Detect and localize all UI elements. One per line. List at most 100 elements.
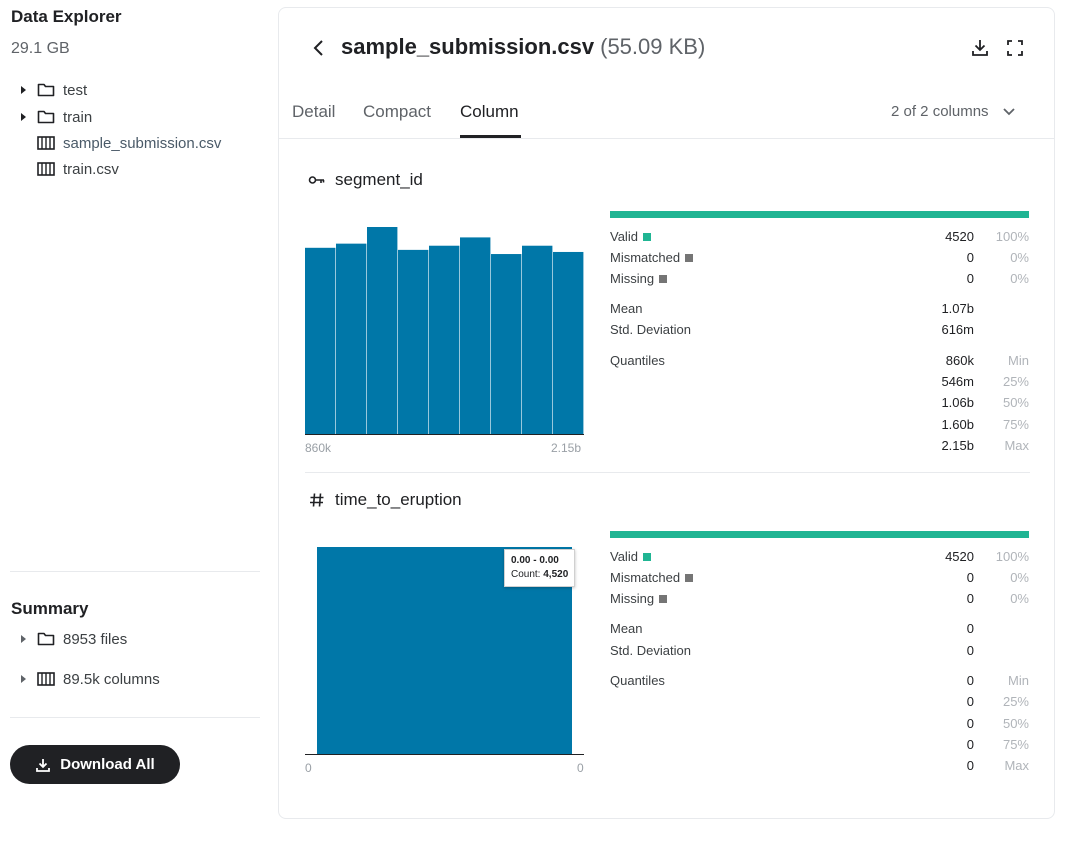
stat-missing: Missing 0 0% xyxy=(610,591,1030,611)
caret-right-icon[interactable] xyxy=(15,85,31,95)
caret-right-icon[interactable] xyxy=(15,112,31,122)
stat-value: 860k xyxy=(945,353,974,368)
stat-value: 0 xyxy=(966,643,974,658)
valid-ratio-bar xyxy=(610,531,1029,538)
tree-item-train-csv[interactable]: train.csv xyxy=(0,157,119,181)
histogram-bar[interactable] xyxy=(305,247,336,435)
tree-item-label: sample_submission.csv xyxy=(63,134,222,152)
stat-value: 546m xyxy=(941,374,974,389)
tooltip-count-value: 4,520 xyxy=(543,569,569,580)
caret-right-icon[interactable] xyxy=(15,634,31,644)
stat-label: Mean xyxy=(610,621,643,636)
file-name: sample_submission.csv xyxy=(341,34,595,59)
sidebar-title: Data Explorer xyxy=(11,7,122,26)
file-size: (55.09 KB) xyxy=(600,34,706,59)
histogram-x-max: 0 xyxy=(577,761,584,775)
summary-columns[interactable]: 89.5k columns xyxy=(0,667,160,691)
stat-value: 2.15b xyxy=(941,438,974,453)
stat-label: Mismatched xyxy=(610,250,681,265)
histogram-tooltip: 0.00 - 0.00 Count: 4,520 xyxy=(504,549,576,587)
hash-icon xyxy=(307,492,327,508)
stat-mean: Mean 0 xyxy=(610,621,1030,641)
tooltip-count-label: Count: xyxy=(511,569,541,580)
histogram-bar[interactable] xyxy=(522,245,553,435)
stat-value: 0 xyxy=(966,716,974,731)
stat-value: 0 xyxy=(966,673,974,688)
legend-swatch xyxy=(642,552,651,561)
stat-value: 616m xyxy=(941,322,974,337)
download-file-button[interactable] xyxy=(968,36,992,60)
stat-percent: 75% xyxy=(1002,417,1029,432)
summary-columns-label: 89.5k columns xyxy=(63,670,160,688)
stat-label: Std. Deviation xyxy=(610,643,691,658)
stat-std: Std. Deviation 0 xyxy=(610,643,1030,663)
histogram-bar[interactable] xyxy=(460,237,491,435)
legend-swatch xyxy=(685,253,694,262)
histogram-bar[interactable] xyxy=(491,254,522,435)
histogram-bar[interactable] xyxy=(398,249,429,435)
tree-item-test[interactable]: test xyxy=(0,78,87,102)
stat-quantile-max: 2.15b Max xyxy=(610,438,1030,458)
folder-icon xyxy=(37,631,55,647)
table-icon xyxy=(37,671,55,687)
file-detail-panel: sample_submission.csv (55.09 KB) Detail C… xyxy=(278,7,1055,819)
summary-files[interactable]: 8953 files xyxy=(0,627,127,651)
histogram-segment-id xyxy=(305,227,584,435)
dataset-size: 29.1 GB xyxy=(11,40,70,57)
tree-item-train[interactable]: train xyxy=(0,105,92,129)
stat-value: 1.06b xyxy=(941,395,974,410)
stat-quantile-25: 0 25% xyxy=(610,694,1030,714)
stat-value: 1.60b xyxy=(941,417,974,432)
histogram-bar[interactable] xyxy=(367,227,398,435)
legend-swatch xyxy=(685,573,694,582)
stat-percent: 75% xyxy=(1002,737,1029,752)
stat-percent: 50% xyxy=(1002,716,1029,731)
histogram-bar[interactable] xyxy=(429,245,460,435)
column-count-dropdown[interactable]: 2 of 2 columns xyxy=(891,103,1015,120)
tree-item-sample-submission[interactable]: sample_submission.csv xyxy=(0,131,221,155)
tree-item-label: train xyxy=(63,108,93,126)
histogram-x-min: 860k xyxy=(305,441,332,455)
tab-detail[interactable]: Detail xyxy=(292,102,335,122)
caret-right-icon[interactable] xyxy=(15,674,31,684)
table-icon xyxy=(37,135,55,151)
stat-percent: 100% xyxy=(995,229,1029,244)
stat-std: Std. Deviation 616m xyxy=(610,322,1030,342)
stat-value: 0 xyxy=(966,591,974,606)
stat-percent: Max xyxy=(1004,438,1029,453)
stat-label: Quantiles xyxy=(610,353,665,368)
legend-swatch xyxy=(642,232,651,241)
tab-column[interactable]: Column xyxy=(460,102,519,122)
summary-title: Summary xyxy=(11,599,89,618)
back-button[interactable] xyxy=(307,36,331,60)
folder-icon xyxy=(37,109,55,125)
column-header-time-to-eruption: time_to_eruption xyxy=(307,490,462,510)
stat-quantile-50: 0 50% xyxy=(610,716,1030,736)
stat-percent: Min xyxy=(1008,673,1029,688)
stat-percent: 0% xyxy=(1010,250,1029,265)
stat-label: Mismatched xyxy=(610,570,681,585)
stat-value: 4520 xyxy=(945,229,974,244)
download-icon xyxy=(972,40,988,56)
histogram-bar[interactable] xyxy=(553,251,584,435)
legend-swatch xyxy=(659,274,668,283)
stat-label: Missing xyxy=(610,591,655,606)
stat-percent: 50% xyxy=(1002,395,1029,410)
stat-mean: Mean 1.07b xyxy=(610,301,1030,321)
folder-icon xyxy=(37,82,55,98)
download-all-button[interactable]: Download All xyxy=(10,745,180,784)
stat-quantile-50: 1.06b 50% xyxy=(610,395,1030,415)
stat-label: Std. Deviation xyxy=(610,322,691,337)
stat-percent: 0% xyxy=(1010,271,1029,286)
stat-percent: 25% xyxy=(1002,694,1029,709)
histogram-bar[interactable] xyxy=(336,243,367,435)
stat-label: Missing xyxy=(610,271,655,286)
tab-compact[interactable]: Compact xyxy=(363,102,431,122)
stat-percent: Max xyxy=(1004,758,1029,773)
download-icon xyxy=(36,758,51,772)
column-name: segment_id xyxy=(335,170,423,189)
stat-value: 0 xyxy=(966,694,974,709)
fullscreen-button[interactable] xyxy=(1003,36,1027,60)
histogram-x-max: 2.15b xyxy=(551,441,582,455)
column-name: time_to_eruption xyxy=(335,490,462,509)
